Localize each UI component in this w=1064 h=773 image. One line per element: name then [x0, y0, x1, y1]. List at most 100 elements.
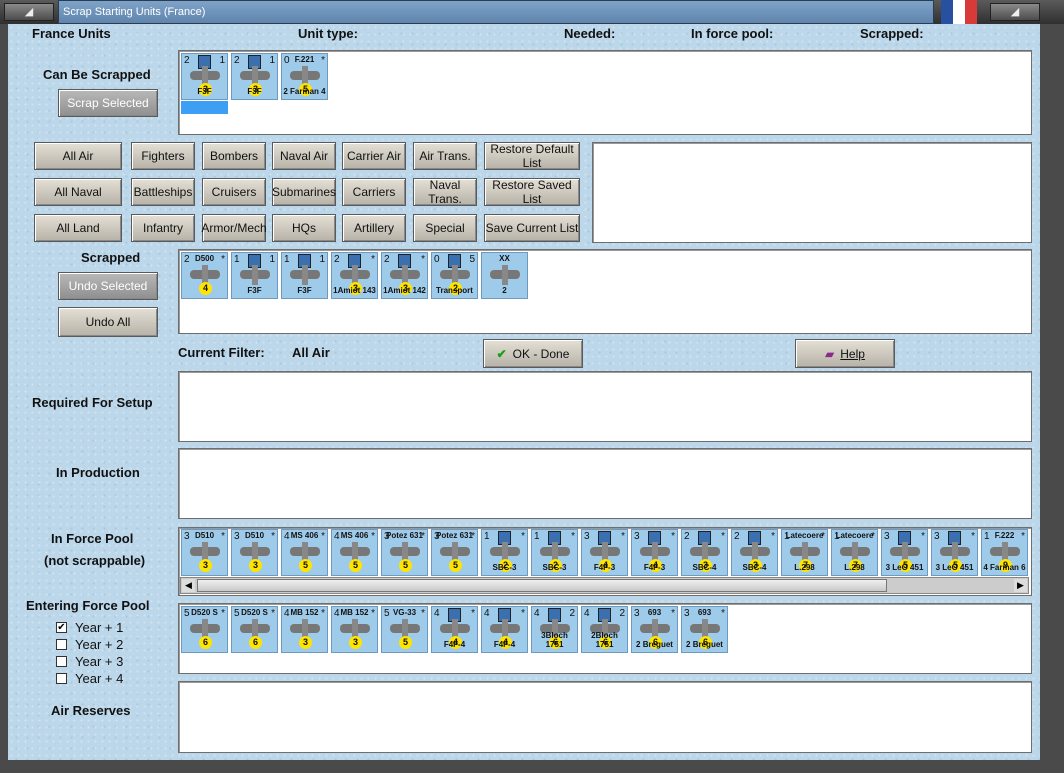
filter-button-air-trans-[interactable]: Air Trans. [413, 142, 477, 170]
unit-counter[interactable]: 3 * Potez 631 5 [431, 529, 478, 576]
filter-button-save-current-list[interactable]: Save Current List [484, 214, 580, 242]
unit-counter[interactable]: 4 * MB 152 3 [281, 606, 328, 653]
unit-counter[interactable]: 0 * F.221 5 2 Farman 4 [281, 53, 328, 100]
unit-name: SBC-4 [742, 563, 767, 572]
checkmark-icon: ✔ [496, 346, 507, 361]
window-resize-button[interactable]: ◢ [990, 3, 1040, 21]
in-production-list[interactable] [178, 448, 1032, 519]
unit-counter[interactable]: 4 2 6 3Bloch 1751 [531, 606, 578, 653]
unit-counter[interactable]: 3 * D510 3 [231, 529, 278, 576]
unit-counter[interactable]: 1 * 2 SBC-3 [531, 529, 578, 576]
unit-counter[interactable]: 4 2 6 2Bloch 1751 [581, 606, 628, 653]
filter-button-fighters[interactable]: Fighters [131, 142, 195, 170]
unit-counter[interactable]: 4 * 4 F4F-4 [481, 606, 528, 653]
unit-counter[interactable]: 5 * D520 S6 [181, 606, 228, 653]
unit-counter[interactable]: 1 * Latecoere 7 L.298 [831, 529, 878, 576]
scrollbar-thumb[interactable] [197, 579, 887, 592]
unit-strength-badge: 3 [249, 559, 262, 572]
unit-top-left-value: 2 [734, 531, 740, 542]
unit-strength-badge: 3 [299, 636, 312, 649]
filter-button-all-air[interactable]: All Air [34, 142, 122, 170]
unit-counter[interactable]: 1 * 2 SBC-3 [481, 529, 528, 576]
unit-counter[interactable]: 4 * MB 152 3 [331, 606, 378, 653]
unit-counter[interactable]: 3 * 4 F4F-3 [631, 529, 678, 576]
window-menu-button[interactable]: ◢ [4, 3, 54, 21]
unit-counter[interactable]: 3 * 693 6 2 Breguet [631, 606, 678, 653]
filter-button-naval-air[interactable]: Naval Air [272, 142, 336, 170]
unit-type-label: D500 [194, 254, 215, 263]
scroll-left-arrow-icon[interactable]: ◀ [182, 579, 195, 592]
year-checkbox[interactable] [56, 673, 67, 684]
undo-selected-button[interactable]: Undo Selected [58, 272, 158, 300]
title-bar: ◢ Scrap Starting Units (France) ◢ [0, 0, 1064, 24]
year-checkbox[interactable]: ✔ [56, 622, 67, 633]
unit-counter[interactable]: 0 5 2 Transport [431, 252, 478, 299]
saved-lists-box[interactable] [592, 142, 1032, 243]
unit-top-right-value: * [721, 531, 725, 542]
unit-type-label: 693 [697, 608, 712, 617]
unit-type-label: F.222 [994, 531, 1015, 540]
scrap-selected-button[interactable]: Scrap Selected [58, 89, 158, 117]
filter-button-bombers[interactable]: Bombers [202, 142, 266, 170]
force-pool-scrollbar[interactable]: ◀ ▶ [180, 577, 1029, 594]
filter-button-carrier-air[interactable]: Carrier Air [342, 142, 406, 170]
air-reserves-list[interactable] [178, 681, 1032, 753]
unit-counter[interactable]: 4 * 4 F4F-4 [431, 606, 478, 653]
unit-name: 2 Breguet [636, 640, 673, 649]
filter-button-naval-trans-[interactable]: Naval Trans. [413, 178, 477, 206]
unit-counter[interactable]: 1 1 F3F [231, 252, 278, 299]
filter-button-infantry[interactable]: Infantry [131, 214, 195, 242]
unit-counter[interactable]: XX 2 [481, 252, 528, 299]
help-button[interactable]: ▰ Help [795, 339, 895, 368]
unit-counter[interactable]: 2 * 3 1Amiot 143 [331, 252, 378, 299]
needed-header: Needed: [564, 26, 616, 41]
unit-top-right-value: 1 [219, 55, 225, 66]
scroll-right-arrow-icon[interactable]: ▶ [1014, 579, 1027, 592]
filter-button-hqs[interactable]: HQs [272, 214, 336, 242]
unit-counter[interactable]: 3 * 5 3 LeO 451 [931, 529, 978, 576]
unit-counter[interactable]: 3 * 693 6 2 Breguet [681, 606, 728, 653]
unit-name: SBC-4 [692, 563, 717, 572]
unit-name: 1Amiot 142 [383, 286, 426, 295]
filter-button-all-naval[interactable]: All Naval [34, 178, 122, 206]
unit-counter[interactable]: 1 * Latecoere 7 L.298 [781, 529, 828, 576]
unit-counter[interactable]: 2 1 3 F3F [181, 53, 228, 100]
filter-button-armor-mech[interactable]: Armor/Mech [201, 214, 267, 242]
required-for-setup-list[interactable] [178, 371, 1032, 442]
unit-counter[interactable]: 1 * F.222 9 4 Farman 6 [981, 529, 1028, 576]
ok-done-button[interactable]: ✔ OK - Done [483, 339, 583, 368]
unit-strength-badge: 5 [349, 559, 362, 572]
unit-counter[interactable]: 5 * D520 S6 [231, 606, 278, 653]
filter-button-battleships[interactable]: Battleships [131, 178, 195, 206]
not-scrappable-label: (not scrappable) [44, 553, 146, 568]
filter-button-carriers[interactable]: Carriers [342, 178, 406, 206]
unit-counter[interactable]: 2 * 3 SBC-4 [681, 529, 728, 576]
unit-counter[interactable]: 3 * 4 F4F-3 [581, 529, 628, 576]
filter-button-cruisers[interactable]: Cruisers [202, 178, 266, 206]
unit-counter[interactable]: 4 * MS 406 5 [331, 529, 378, 576]
filter-button-special[interactable]: Special [413, 214, 477, 242]
filter-button-all-land[interactable]: All Land [34, 214, 122, 242]
filter-button-submarines[interactable]: Submarines [272, 178, 336, 206]
unit-counter[interactable]: 2 * 3 1Amiot 142 [381, 252, 428, 299]
unit-counter[interactable]: 2 * 3 SBC-4 [731, 529, 778, 576]
unit-counter[interactable]: 3 * Potez 631 5 [381, 529, 428, 576]
in-production-label: In Production [56, 465, 140, 480]
unit-counter[interactable]: 3 * D510 3 [181, 529, 228, 576]
undo-all-button[interactable]: Undo All [58, 307, 158, 337]
year-checkbox[interactable] [56, 639, 67, 650]
filter-button-artillery[interactable]: Artillery [342, 214, 406, 242]
year-checkbox[interactable] [56, 656, 67, 667]
unit-counter[interactable]: 4 * MS 406 5 [281, 529, 328, 576]
unit-counter[interactable]: 3 * 5 3 LeO 451 [881, 529, 928, 576]
filter-button-restore-default-list[interactable]: Restore Default List [484, 142, 580, 170]
unit-name: F3F [197, 87, 212, 96]
selection-highlight [181, 101, 228, 114]
unit-counter[interactable]: 5 * VG-33 5 [381, 606, 428, 653]
unit-counter[interactable]: 2 1 3 F3F [231, 53, 278, 100]
filter-button-restore-saved-list[interactable]: Restore Saved List [484, 178, 580, 206]
unit-type-label: 693 [647, 608, 662, 617]
unit-counter[interactable]: 1 1 F3F [281, 252, 328, 299]
unit-counter[interactable]: 2 * D500 4 [181, 252, 228, 299]
unit-top-left-value: 4 [484, 608, 490, 619]
